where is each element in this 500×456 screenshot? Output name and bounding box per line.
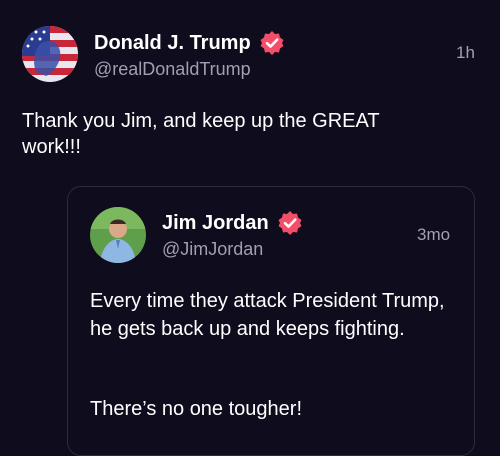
quoted-post-body-line-2: There’s no one tougher!	[90, 398, 303, 420]
quoted-author-name[interactable]: Jim Jordan	[162, 210, 303, 236]
quoted-post-body-line-1: Every time they attack President Trump, …	[90, 290, 445, 340]
post-time[interactable]: 1h	[456, 43, 475, 63]
quoted-post-time[interactable]: 3mo	[417, 225, 450, 245]
quoted-post-card[interactable]: Jim Jordan @JimJordan 3mo Every time the…	[67, 186, 475, 456]
author-handle[interactable]: @realDonaldTrump	[94, 59, 251, 80]
verified-badge-icon	[259, 30, 285, 56]
quoted-author-name-text: Jim Jordan	[162, 211, 269, 234]
quoted-author-handle[interactable]: @JimJordan	[162, 239, 263, 260]
author-avatar[interactable]	[22, 26, 78, 82]
author-name[interactable]: Donald J. Trump	[94, 30, 285, 56]
author-name-text: Donald J. Trump	[94, 31, 251, 54]
quoted-author-avatar[interactable]	[90, 207, 146, 263]
post-body: Thank you Jim, and keep up the GREAT wor…	[22, 110, 380, 158]
quoted-verified-badge-icon	[277, 210, 303, 236]
